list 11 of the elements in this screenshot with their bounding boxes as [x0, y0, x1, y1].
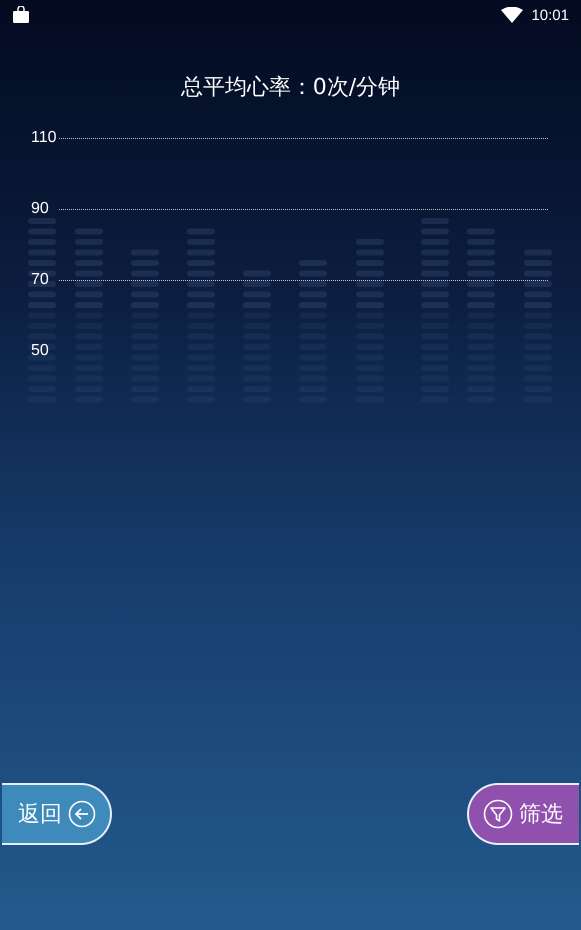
axis-label: 50 — [31, 342, 50, 360]
filter-button[interactable]: 筛选 — [467, 783, 579, 845]
axis-label: 70 — [31, 271, 50, 289]
axis-label: 110 — [31, 129, 58, 147]
average-heart-rate-title: 总平均心率：0次/分钟 — [180, 74, 402, 102]
back-button[interactable]: 返回 — [2, 783, 112, 845]
filter-icon — [483, 799, 513, 829]
shopping-bag-icon — [12, 6, 30, 24]
axis-label: 90 — [31, 200, 50, 218]
wifi-icon — [501, 7, 524, 23]
time: 10:01 — [531, 6, 569, 24]
